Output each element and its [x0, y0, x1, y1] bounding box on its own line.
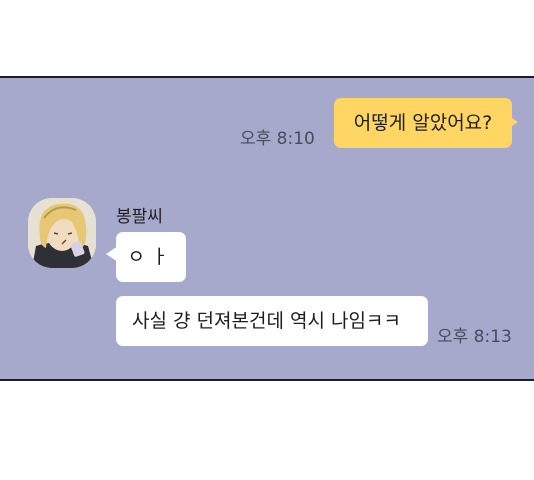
bubble-tail: [506, 114, 518, 130]
profile-avatar-icon: [28, 198, 96, 268]
my-message-bubble[interactable]: 어떻게 알았어요?: [334, 98, 512, 148]
message-time: 오후 8:13: [437, 327, 512, 347]
chat-panel[interactable]: 오후 8:10 어떻게 알았어요? 봉팔씨 ㅇㅏ 사실 걍 던져본건데 역시 나…: [0, 76, 534, 381]
their-message-bubble[interactable]: 사실 걍 던져본건데 역시 나임ㅋㅋ: [116, 296, 428, 346]
avatar[interactable]: [28, 198, 96, 268]
their-message-bubble[interactable]: ㅇㅏ: [116, 232, 186, 282]
sender-name: 봉팔씨: [116, 207, 163, 227]
message-time: 오후 8:10: [240, 129, 315, 149]
